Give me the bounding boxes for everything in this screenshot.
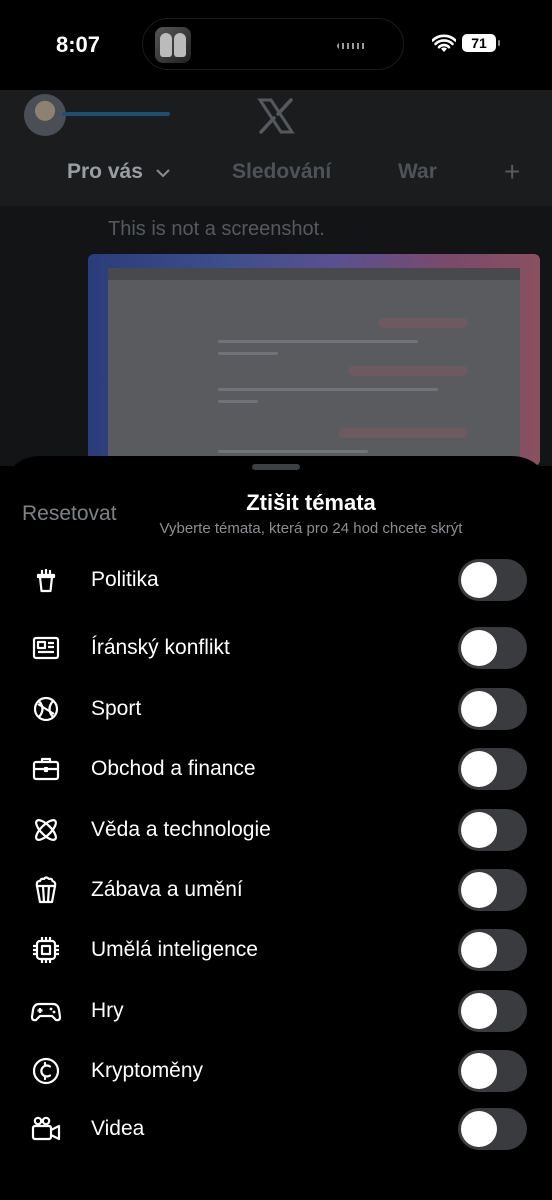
topic-label: Íránský konflikt: [91, 636, 230, 659]
chat-line: [218, 450, 368, 453]
x-logo-icon: [257, 98, 295, 134]
toggle-switch[interactable]: [458, 559, 527, 601]
toggle-switch[interactable]: [458, 627, 527, 669]
topic-row-games[interactable]: Hry: [0, 981, 552, 1041]
toggle-switch[interactable]: [458, 1050, 527, 1092]
topic-row-politics[interactable]: Politika: [0, 550, 552, 610]
sheet-title: Ztišit témata: [246, 490, 376, 515]
topic-row-entertainment-arts[interactable]: Zábava a umění: [0, 860, 552, 920]
screenshot-window: [108, 268, 520, 466]
toggle-switch[interactable]: [458, 1108, 527, 1150]
window-titlebar: [108, 268, 520, 280]
topic-row-cryptocurrencies[interactable]: Kryptoměny: [0, 1041, 552, 1101]
chip-icon: [33, 937, 59, 963]
sheet-subtitle: Vyberte témata, která pro 24 hod chcete …: [159, 520, 463, 537]
tab-for-you[interactable]: Pro vás: [67, 160, 171, 184]
chat-bubble: [338, 428, 468, 438]
status-time: 8:07: [56, 32, 101, 57]
chat-line: [218, 352, 278, 355]
post-image[interactable]: [88, 254, 540, 466]
toggle-switch[interactable]: [458, 688, 527, 730]
x-header: Pro vás Sledování War +: [0, 90, 552, 206]
topic-row-iran-conflict[interactable]: Íránský konflikt: [0, 618, 552, 678]
gamepad-icon: [30, 1002, 62, 1022]
topic-row-videos[interactable]: Videa: [0, 1099, 552, 1159]
audio-wave-icon: [337, 43, 367, 49]
briefcase-icon: [32, 757, 60, 781]
post-text: This is not a screenshot.: [108, 218, 325, 240]
feed-post[interactable]: This is not a screenshot.: [0, 206, 552, 466]
ball-icon: [33, 696, 59, 722]
topic-label: Sport: [91, 697, 142, 720]
feed-tabs: Pro vás Sledování War: [0, 160, 552, 206]
chat-line: [218, 340, 418, 343]
toggle-switch[interactable]: [458, 929, 527, 971]
newspaper-icon: [32, 636, 60, 660]
coin-icon: [32, 1057, 60, 1085]
toggle-knob: [461, 630, 497, 666]
plus-icon[interactable]: +: [504, 158, 520, 186]
chat-line: [218, 388, 438, 391]
chevron-down-icon: [156, 169, 170, 178]
topic-label: Hry: [91, 999, 124, 1022]
topic-label: Věda a technologie: [91, 818, 271, 841]
chat-bubble: [378, 318, 468, 328]
toggle-knob: [461, 872, 497, 908]
tab-label: Pro vás: [67, 160, 143, 183]
status-bar: 8:07 71: [0, 0, 552, 90]
popcorn-icon: [35, 876, 57, 904]
topic-label: Obchod a finance: [91, 757, 256, 780]
chat-bubble: [348, 366, 468, 376]
topic-label: Umělá inteligence: [91, 938, 258, 961]
video-camera-icon: [31, 1116, 61, 1141]
battery-indicator: 71: [462, 34, 500, 52]
mute-topics-sheet: Resetovat Ztišit témata Vyberte témata, …: [0, 456, 552, 1200]
toggle-switch[interactable]: [458, 869, 527, 911]
topic-row-sport[interactable]: Sport: [0, 679, 552, 739]
tab-war[interactable]: War: [398, 160, 437, 184]
avatar[interactable]: [24, 94, 66, 136]
active-tab-indicator: [62, 112, 170, 116]
topic-label: Kryptoměny: [91, 1059, 204, 1082]
tab-following[interactable]: Sledování: [232, 160, 331, 184]
topic-label: Politika: [91, 568, 159, 591]
toggle-knob: [461, 812, 497, 848]
toggle-knob: [461, 993, 497, 1029]
toggle-knob: [461, 1053, 497, 1089]
toggle-knob: [461, 932, 497, 968]
podium-icon: [36, 569, 56, 593]
toggle-knob: [461, 751, 497, 787]
toggle-switch[interactable]: [458, 748, 527, 790]
toggle-switch[interactable]: [458, 990, 527, 1032]
dynamic-island: [142, 18, 404, 70]
atom-icon: [35, 819, 57, 841]
topic-label: Videa: [91, 1117, 145, 1140]
topic-label: Zábava a umění: [91, 878, 243, 901]
sheet-grabber[interactable]: [252, 464, 300, 470]
toggle-switch[interactable]: [458, 809, 527, 851]
topic-row-business-finance[interactable]: Obchod a finance: [0, 739, 552, 799]
toggle-knob: [461, 1111, 497, 1147]
topic-row-artificial-intelligence[interactable]: Umělá inteligence: [0, 920, 552, 980]
toggle-knob: [461, 562, 497, 598]
media-thumbnail: [155, 27, 191, 63]
toggle-knob: [461, 691, 497, 727]
chat-line: [218, 400, 258, 403]
wifi-icon: [432, 34, 456, 52]
topic-row-science-technology[interactable]: Věda a technologie: [0, 800, 552, 860]
